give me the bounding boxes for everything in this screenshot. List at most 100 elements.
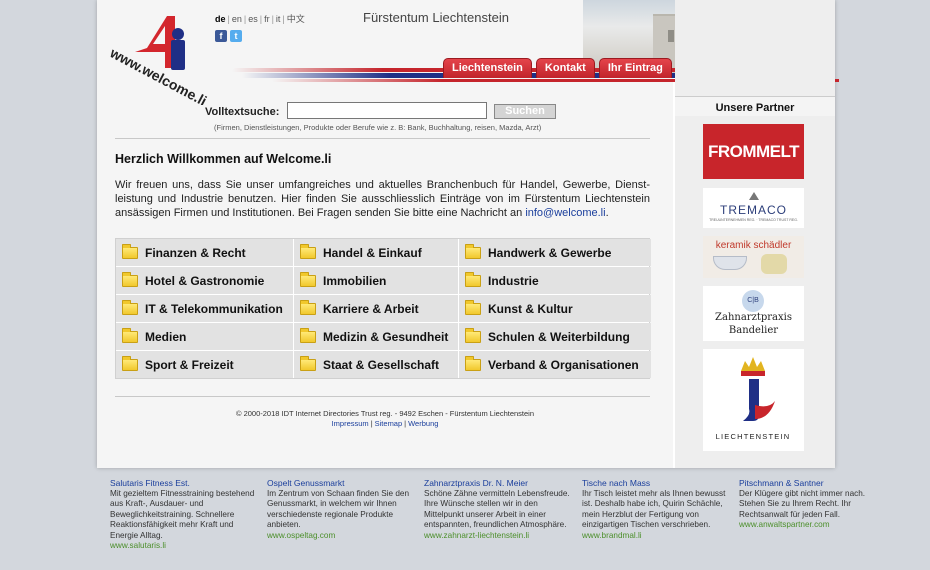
ad-block: Ospelt Genussmarkt Im Zentrum von Schaan…	[267, 478, 417, 541]
search-input[interactable]	[287, 102, 487, 119]
tremaco-mark-icon	[749, 192, 759, 200]
lang-de[interactable]: de	[215, 14, 226, 24]
category-label: Immobilien	[323, 273, 387, 288]
tab-liechtenstein[interactable]: Liechtenstein	[443, 58, 532, 78]
category-link[interactable]: IT & Telekommunikation	[116, 295, 293, 322]
folder-icon	[300, 299, 316, 315]
site-title: Fürstentum Liechtenstein	[363, 10, 509, 25]
category-link[interactable]: Staat & Gesellschaft	[294, 351, 458, 378]
contact-email-link[interactable]: info@welcome.li	[525, 207, 605, 219]
divider	[115, 396, 650, 397]
ad-text: Schöne Zähne vermitteln Lebensfreude. Ih…	[424, 488, 570, 530]
category-label: Hotel & Gastronomie	[145, 273, 265, 288]
main-content: www.welcome.li de | en | es | fr | it | 中文 f t Für…	[97, 0, 839, 468]
welcome-heading: Herzlich Willkommen auf Welcome.li	[115, 152, 332, 166]
ad-block: Tische nach Mass Ihr Tisch leistet mehr …	[582, 478, 732, 541]
category-link[interactable]: Immobilien	[294, 267, 458, 294]
social-links: f t	[215, 30, 242, 42]
partners-heading: Unsere Partner	[675, 96, 835, 116]
category-link[interactable]: Handel & Einkauf	[294, 239, 458, 266]
category-link[interactable]: Schulen & Weiterbildung	[459, 323, 651, 350]
search-label: Volltextsuche:	[205, 106, 280, 118]
folder-icon	[300, 271, 316, 287]
partner-frommelt-logo: FROMMELT	[707, 142, 800, 161]
category-link[interactable]: Hotel & Gastronomie	[116, 267, 293, 294]
partner-liechtenstein[interactable]: LIECHTENSTEIN	[703, 349, 804, 451]
twitter-icon[interactable]: t	[230, 30, 242, 42]
category-link[interactable]: Karriere & Arbeit	[294, 295, 458, 322]
category-label: Karriere & Arbeit	[323, 301, 419, 316]
ad-url[interactable]: www.anwaltspartner.com	[739, 520, 889, 531]
ad-title[interactable]: Ospelt Genussmarkt	[267, 478, 417, 489]
ad-url[interactable]: www.salutaris.li	[110, 541, 260, 552]
folder-icon	[300, 327, 316, 343]
lang-it[interactable]: it	[276, 14, 281, 24]
werbung-link[interactable]: Werbung	[408, 419, 438, 428]
category-link[interactable]: Medien	[116, 323, 293, 350]
partner-frommelt[interactable]: FROMMELT	[703, 124, 804, 179]
folder-icon	[465, 355, 481, 371]
copyright-text: © 2000-2018 IDT Internet Directories Tru…	[235, 409, 535, 418]
search-button[interactable]: Suchen	[494, 104, 556, 119]
partner-tremaco[interactable]: TREMACO TREUUNTERNEHMEN REG. · TREMACO T…	[703, 188, 804, 228]
partner-keramik-schaedler[interactable]: keramik schädler	[703, 236, 804, 278]
partner-sidebar: Unsere Partner FROMMELT TREMACO TREUUNTE…	[675, 0, 835, 468]
logo-text: www.welcome.li	[107, 44, 210, 105]
category-label: Staat & Gesellschaft	[323, 357, 440, 372]
welcome-logo[interactable]: www.welcome.li	[105, 10, 220, 105]
ad-text: Ihr Tisch leistet mehr als Ihnen bewusst…	[582, 488, 726, 530]
folder-icon	[122, 327, 138, 343]
ad-block: Salutaris Fitness Est. Mit gezieltem Fit…	[110, 478, 260, 552]
category-label: Finanzen & Recht	[145, 245, 246, 260]
category-label: Verband & Organisationen	[488, 357, 639, 372]
category-link[interactable]: Verband & Organisationen	[459, 351, 651, 378]
impressum-link[interactable]: Impressum	[332, 419, 369, 428]
ad-block: Pitschmann & Santner Der Klügere gibt ni…	[739, 478, 889, 531]
search-hint: (Firmen, Dienstleistungen, Produkte oder…	[214, 123, 542, 132]
welcome-text: Wir freuen uns, dass Sie unser umfangrei…	[115, 179, 650, 219]
ad-text: Der Klügere gibt nicht immer nach. Stehe…	[739, 488, 866, 519]
category-link[interactable]: Kunst & Kultur	[459, 295, 651, 322]
ad-text: Im Zentrum von Schaan finden Sie den Gen…	[267, 488, 409, 530]
category-label: Medizin & Gesundheit	[323, 329, 449, 344]
vase-icon	[761, 254, 787, 274]
tab-kontakt[interactable]: Kontakt	[535, 58, 595, 78]
ad-url[interactable]: www.ospeltag.com	[267, 531, 417, 542]
facebook-icon[interactable]: f	[215, 30, 227, 42]
tab-ihr-eintrag[interactable]: Ihr Eintrag	[598, 58, 672, 78]
folder-icon	[465, 327, 481, 343]
cup-icon	[713, 256, 747, 270]
lang-zh[interactable]: 中文	[287, 14, 305, 24]
category-label: IT & Telekommunikation	[145, 301, 283, 316]
ad-title[interactable]: Zahnarztpraxis Dr. N. Meier	[424, 478, 574, 489]
category-link[interactable]: Sport & Freizeit	[116, 351, 293, 378]
lang-fr[interactable]: fr	[264, 14, 270, 24]
folder-icon	[465, 271, 481, 287]
category-label: Industrie	[488, 273, 539, 288]
ad-url[interactable]: www.brandmal.li	[582, 531, 732, 542]
category-label: Medien	[145, 329, 187, 344]
folder-icon	[122, 243, 138, 259]
ad-title[interactable]: Salutaris Fitness Est.	[110, 478, 260, 489]
category-label: Handwerk & Gewerbe	[488, 245, 612, 260]
bandelier-monogram: C|B	[742, 290, 764, 312]
folder-icon	[122, 271, 138, 287]
folder-icon	[300, 243, 316, 259]
ad-url[interactable]: www.zahnarzt-liechtenstein.li	[424, 531, 574, 542]
category-label: Kunst & Kultur	[488, 301, 573, 316]
category-link[interactable]: Industrie	[459, 267, 651, 294]
folder-icon	[300, 355, 316, 371]
lang-es[interactable]: es	[248, 14, 258, 24]
ad-title[interactable]: Tische nach Mass	[582, 478, 732, 489]
lang-en[interactable]: en	[232, 14, 242, 24]
svg-text:LIECHTENSTEIN: LIECHTENSTEIN	[716, 432, 791, 441]
partner-zahnarztpraxis-bandelier[interactable]: C|B Zahnarztpraxis Bandelier	[703, 286, 804, 341]
category-label: Schulen & Weiterbildung	[488, 329, 630, 344]
sitemap-link[interactable]: Sitemap	[375, 419, 403, 428]
ad-title[interactable]: Pitschmann & Santner	[739, 478, 889, 489]
main-nav-tabs: Liechtenstein Kontakt Ihr Eintrag	[443, 58, 672, 78]
category-link[interactable]: Handwerk & Gewerbe	[459, 239, 651, 266]
category-link[interactable]: Finanzen & Recht	[116, 239, 293, 266]
category-label: Handel & Einkauf	[323, 245, 422, 260]
category-link[interactable]: Medizin & Gesundheit	[294, 323, 458, 350]
